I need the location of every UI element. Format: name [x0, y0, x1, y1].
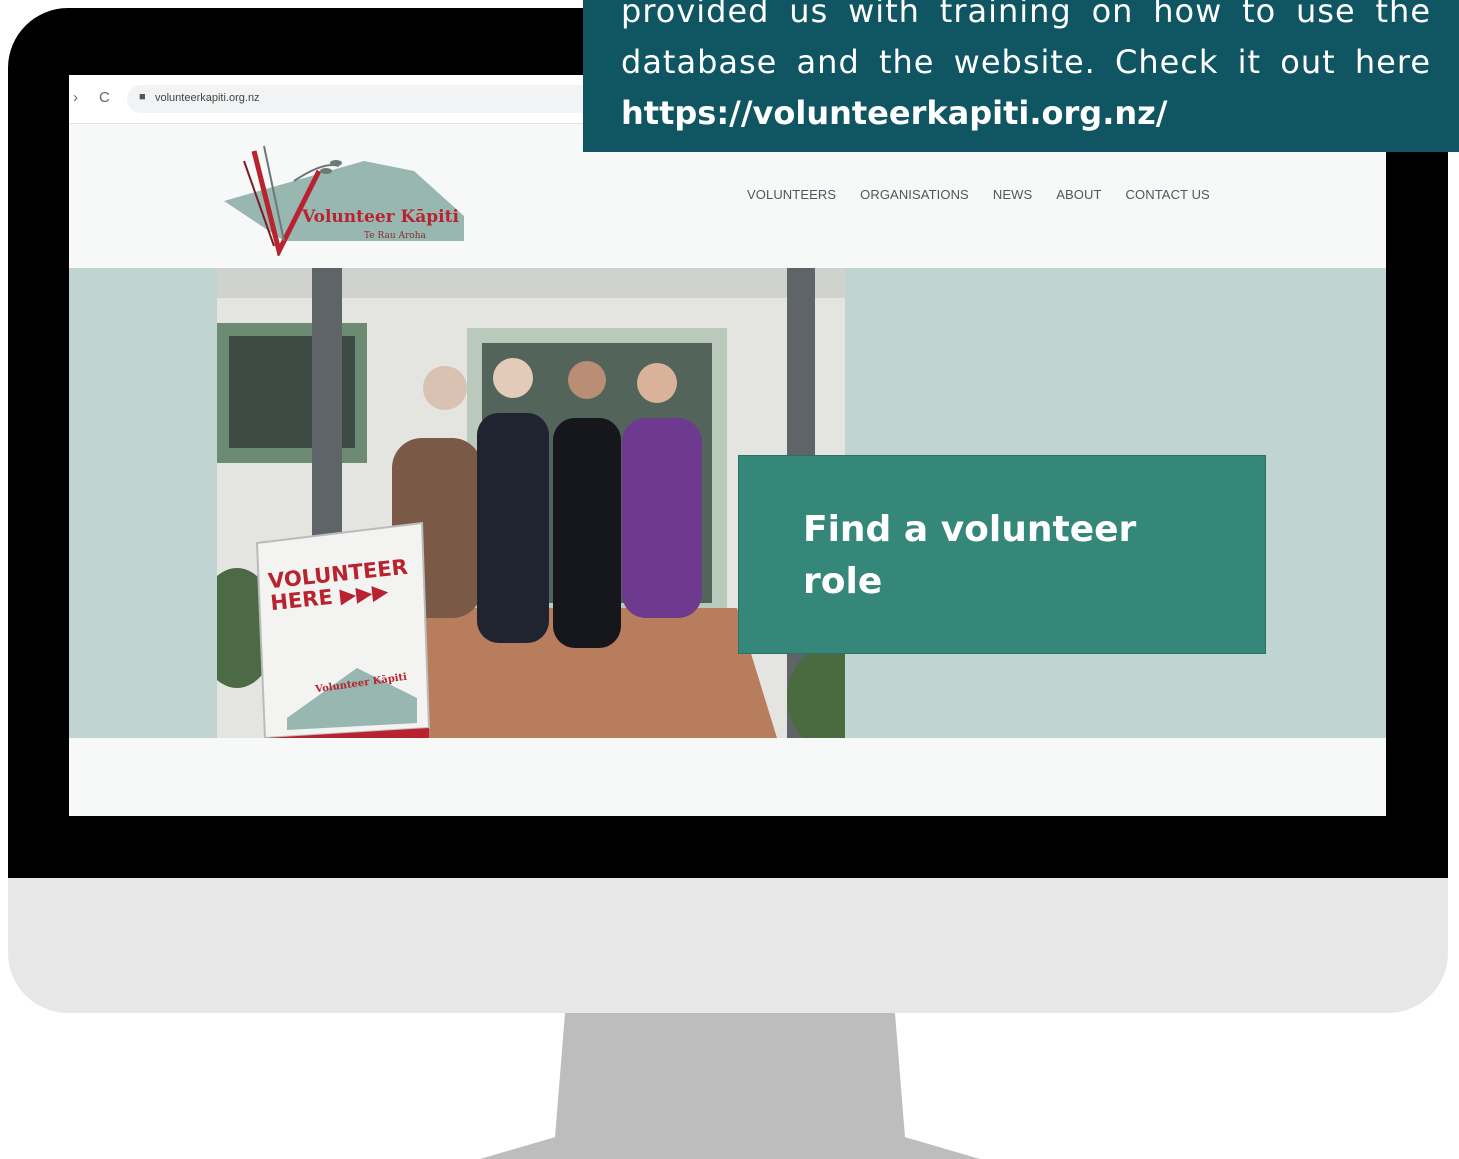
reload-icon[interactable]: C [99, 89, 110, 106]
page-below-hero [69, 738, 1386, 816]
lock-icon: ■ [139, 91, 146, 103]
find-volunteer-role-button[interactable]: Find a volunteer role [738, 455, 1266, 654]
callout-paragraph: provided us with training on how to use … [621, 0, 1431, 139]
chevron-left-icon[interactable]: › [73, 89, 78, 106]
logo-subtitle: Te Rau Aroha [364, 231, 426, 241]
nav-organisations[interactable]: ORGANISATIONS [860, 187, 969, 202]
nav-news[interactable]: NEWS [993, 187, 1032, 202]
logo-title: Volunteer Kāpiti [302, 207, 459, 227]
monitor-chin [8, 878, 1448, 1013]
callout-text: provided us with training on how to use … [621, 0, 1431, 81]
cta-label: Find a volunteer role [803, 509, 1137, 602]
main-nav: VOLUNTEERS ORGANISATIONS NEWS ABOUT CONT… [747, 187, 1210, 202]
arrows-icon: ▶▶▶ [338, 578, 390, 608]
monitor-stand [480, 1013, 980, 1159]
site-logo[interactable]: Volunteer Kāpiti Te Rau Aroha [224, 141, 474, 259]
nav-about[interactable]: ABOUT [1056, 187, 1101, 202]
info-callout: provided us with training on how to use … [583, 0, 1459, 152]
url-text: volunteerkapiti.org.nz [155, 92, 260, 104]
nav-contact-us[interactable]: CONTACT US [1126, 187, 1210, 202]
monitor-screen: › C ■ volunteerkapiti.org.nz Volunteer K… [69, 75, 1386, 816]
callout-link[interactable]: https://volunteerkapiti.org.nz/ [621, 94, 1167, 132]
logo-mark-icon [224, 145, 464, 259]
hero-banner: VOLUNTEER HERE ▶▶▶ Volunteer Kāpiti Find… [69, 268, 1386, 738]
nav-volunteers[interactable]: VOLUNTEERS [747, 187, 836, 202]
